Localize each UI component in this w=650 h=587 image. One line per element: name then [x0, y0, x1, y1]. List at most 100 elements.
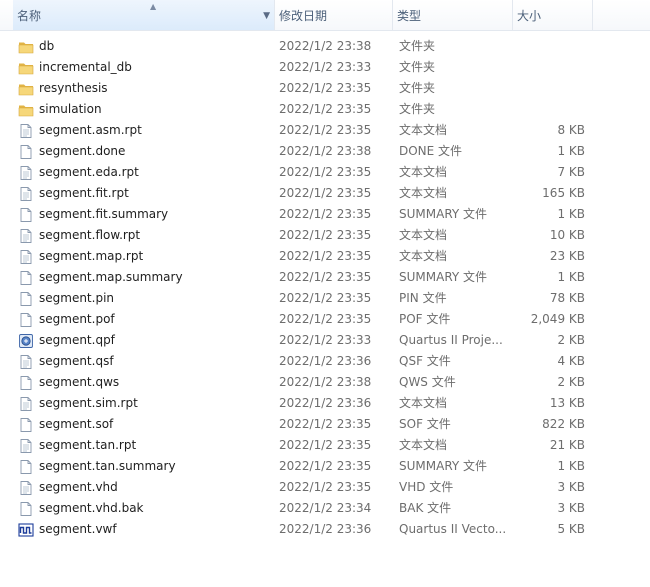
file-type: 文本文档 [399, 228, 448, 242]
file-size [515, 36, 585, 57]
file-row[interactable]: segment.sim.rpt 2022/1/2 23:36 文本文档 13 KB [0, 393, 650, 414]
file-date-modified: 2022/1/2 23:33 [279, 333, 372, 347]
file-row[interactable]: segment.fit.summary 2022/1/2 23:35 SUMMARY… [0, 204, 650, 225]
column-header-date[interactable]: 修改日期 [275, 0, 393, 30]
file-row[interactable]: segment.map.rpt 2022/1/2 23:35 文本文档 23 KB [0, 246, 650, 267]
column-header-name[interactable]: 名称 ▲ ▼ [13, 0, 275, 30]
file-type: 文本文档 [399, 249, 448, 263]
file-date-modified: 2022/1/2 23:38 [279, 144, 372, 158]
file-row-icon-cell [18, 225, 34, 246]
file-row-icon-cell [18, 288, 34, 309]
column-header-date-label: 修改日期 [279, 9, 328, 23]
file-row-icon-cell [18, 183, 34, 204]
column-header-size[interactable]: 大小 [513, 0, 593, 30]
file-date-modified: 2022/1/2 23:38 [279, 39, 372, 53]
file-name: segment.pof [39, 312, 115, 326]
blank-file-icon [18, 312, 34, 328]
file-type: QSF 文件 [399, 354, 451, 368]
file-type: DONE 文件 [399, 144, 463, 158]
file-size: 1 KB [557, 207, 585, 221]
file-type: QWS 文件 [399, 375, 456, 389]
file-type: 文本文档 [399, 438, 448, 452]
file-date-modified: 2022/1/2 23:35 [279, 165, 372, 179]
file-row[interactable]: db 2022/1/2 23:38 文件夹 [0, 36, 650, 57]
file-row[interactable]: segment.eda.rpt 2022/1/2 23:35 文本文档 7 KB [0, 162, 650, 183]
file-name: segment.vhd.bak [39, 501, 144, 515]
file-name: db [39, 39, 55, 53]
file-size: 7 KB [557, 165, 585, 179]
file-name: segment.vhd [39, 480, 118, 494]
file-row[interactable]: segment.pin 2022/1/2 23:35 PIN 文件 78 KB [0, 288, 650, 309]
file-date-modified: 2022/1/2 23:35 [279, 102, 372, 116]
chevron-down-icon[interactable]: ▼ [263, 0, 270, 32]
file-size: 2,049 KB [530, 312, 585, 326]
file-row-icon-cell [18, 162, 34, 183]
file-row[interactable]: segment.vhd 2022/1/2 23:35 VHD 文件 3 KB [0, 477, 650, 498]
file-row[interactable]: segment.pof 2022/1/2 23:35 POF 文件 2,049 KB [0, 309, 650, 330]
file-row-icon-cell [18, 372, 34, 393]
file-row[interactable]: segment.vwf 2022/1/2 23:36 Quartus II Vect… [0, 519, 650, 540]
file-type: 文件夹 [399, 102, 436, 116]
file-name: segment.vwf [39, 522, 117, 536]
column-header-type-label: 类型 [397, 9, 422, 23]
file-name: segment.fit.rpt [39, 186, 129, 200]
file-size: 165 KB [542, 186, 585, 200]
file-row[interactable]: segment.flow.rpt 2022/1/2 23:35 文本文档 10 KB [0, 225, 650, 246]
folder-icon [18, 81, 34, 97]
file-size: 23 KB [549, 249, 585, 263]
file-date-modified: 2022/1/2 23:35 [279, 186, 372, 200]
file-row[interactable]: segment.fit.rpt 2022/1/2 23:35 文本文档 165 KB [0, 183, 650, 204]
file-row[interactable]: incremental_db 2022/1/2 23:33 文件夹 [0, 57, 650, 78]
file-row-icon-cell [18, 477, 34, 498]
file-row[interactable]: segment.tan.rpt 2022/1/2 23:35 文本文档 21 KB [0, 435, 650, 456]
file-name: segment.eda.rpt [39, 165, 139, 179]
folder-icon [18, 39, 34, 55]
file-row-icon-cell [18, 456, 34, 477]
file-row[interactable]: segment.sof 2022/1/2 23:35 SOF 文件 822 KB [0, 414, 650, 435]
column-header-type[interactable]: 类型 [393, 0, 513, 30]
file-date-modified: 2022/1/2 23:35 [279, 270, 372, 284]
file-row[interactable]: segment.qws 2022/1/2 23:38 QWS 文件 2 KB [0, 372, 650, 393]
file-row[interactable]: segment.tan.summary 2022/1/2 23:35 SUMMARY… [0, 456, 650, 477]
file-row[interactable]: segment.qpf 2022/1/2 23:33 Quartus II Proj… [0, 330, 650, 351]
file-row-icon-cell [18, 57, 34, 78]
file-list: db 2022/1/2 23:38 文件夹 incremental_db 2022/1/… [0, 36, 650, 540]
file-row[interactable]: resynthesis 2022/1/2 23:35 文件夹 [0, 78, 650, 99]
file-row[interactable]: segment.vhd.bak 2022/1/2 23:34 BAK 文件 3 KB [0, 498, 650, 519]
blank-file-icon [18, 144, 34, 160]
file-name: segment.sof [39, 417, 114, 431]
file-size: 5 KB [557, 522, 585, 536]
file-type: SUMMARY 文件 [399, 207, 488, 221]
file-row[interactable]: segment.asm.rpt 2022/1/2 23:35 文本文档 8 KB [0, 120, 650, 141]
text-document-icon [18, 186, 34, 202]
file-row[interactable]: segment.qsf 2022/1/2 23:36 QSF 文件 4 KB [0, 351, 650, 372]
file-date-modified: 2022/1/2 23:35 [279, 438, 372, 452]
file-date-modified: 2022/1/2 23:34 [279, 501, 372, 515]
file-size: 10 KB [549, 228, 585, 242]
file-date-modified: 2022/1/2 23:35 [279, 207, 372, 221]
file-date-modified: 2022/1/2 23:35 [279, 123, 372, 137]
file-name: segment.tan.rpt [39, 438, 137, 452]
file-date-modified: 2022/1/2 23:35 [279, 459, 372, 473]
file-size: 3 KB [557, 480, 585, 494]
file-row[interactable]: simulation 2022/1/2 23:35 文件夹 [0, 99, 650, 120]
folder-icon [18, 102, 34, 118]
file-date-modified: 2022/1/2 23:35 [279, 81, 372, 95]
blank-file-icon [18, 417, 34, 433]
text-document-icon [18, 249, 34, 265]
blank-file-icon [18, 375, 34, 391]
file-row[interactable]: segment.done 2022/1/2 23:38 DONE 文件 1 KB [0, 141, 650, 162]
file-row-icon-cell [18, 498, 34, 519]
file-date-modified: 2022/1/2 23:33 [279, 60, 372, 74]
file-type: 文件夹 [399, 39, 436, 53]
file-row[interactable]: segment.map.summary 2022/1/2 23:35 SUMMARY… [0, 267, 650, 288]
file-size: 1 KB [557, 270, 585, 284]
file-size: 21 KB [549, 438, 585, 452]
column-header-size-label: 大小 [517, 9, 542, 23]
file-size [515, 99, 585, 120]
file-date-modified: 2022/1/2 23:38 [279, 375, 372, 389]
file-name: segment.asm.rpt [39, 123, 142, 137]
blank-file-icon [18, 207, 34, 223]
file-type: Quartus II Vecto... [399, 522, 507, 536]
file-date-modified: 2022/1/2 23:36 [279, 522, 372, 536]
